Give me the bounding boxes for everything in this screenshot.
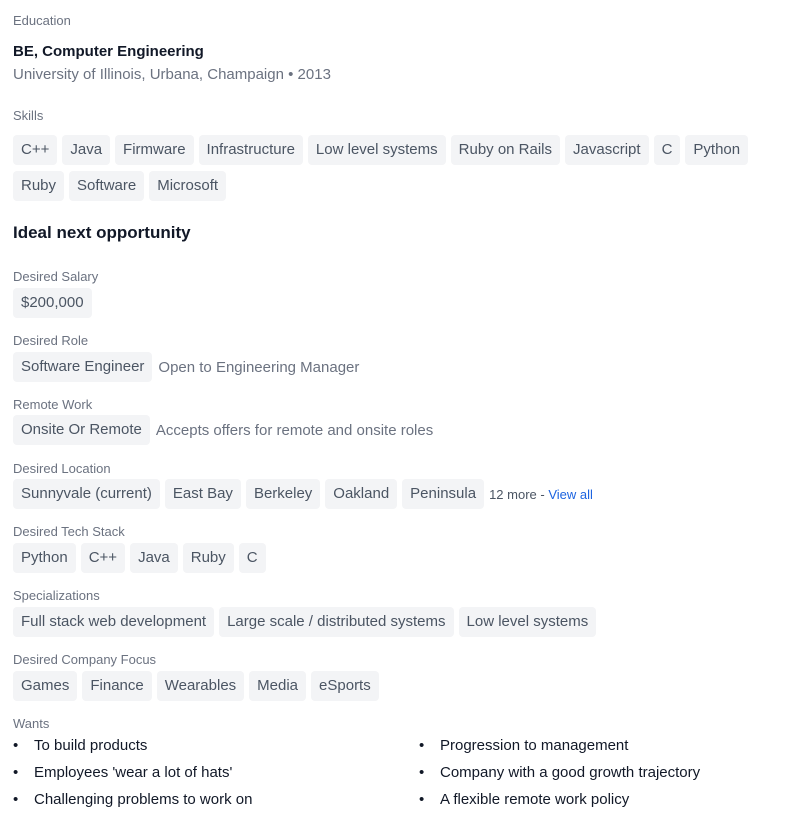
skills-chip: Python <box>685 135 749 165</box>
location-more-count: 12 more - <box>489 486 549 502</box>
tech-stack-list: Python C++ Java Ruby C <box>13 543 266 573</box>
skills-chip: Javascript <box>565 135 649 165</box>
tech-stack-chip: C++ <box>80 543 126 573</box>
desired-tech-stack-label: Desired Tech Stack <box>13 524 125 539</box>
wants-item: • Progression to management <box>419 737 799 755</box>
skills-chip: Software <box>69 171 145 201</box>
wants-item-text: Company with a good growth trajectory <box>440 764 701 781</box>
company-focus-label: Desired Company Focus <box>13 652 157 667</box>
skills-chip: Microsoft <box>149 171 227 201</box>
company-focus-chip: Media <box>249 671 307 701</box>
specializations-label: Specializations <box>13 588 100 603</box>
skills-chip: Firmware <box>115 135 194 165</box>
skills-chip: Java <box>62 135 111 165</box>
bullet-icon: • <box>419 764 425 781</box>
wants-item: • Challenging problems to work on <box>13 791 419 809</box>
desired-location-label: Desired Location <box>13 461 111 476</box>
view-all-locations-link[interactable]: View all <box>548 487 593 502</box>
tech-stack-chip: Java <box>130 543 178 573</box>
wants-item-text: Challenging problems to work on <box>34 791 253 808</box>
remote-work-row: Onsite Or Remote Accepts offers for remo… <box>13 415 433 445</box>
location-chip: Sunnyvale (current) <box>13 479 160 509</box>
wants-label: Wants <box>13 716 50 731</box>
company-focus-chip: Games <box>13 671 78 701</box>
education-school: University of Illinois, Urbana, Champaig… <box>13 66 331 83</box>
wants-item-text: To build products <box>34 737 148 754</box>
role-chip: Software Engineer <box>13 352 153 382</box>
ideal-opportunity-heading: Ideal next opportunity <box>13 223 191 242</box>
company-focus-chip: Finance <box>82 671 152 701</box>
education-label: Education <box>13 13 71 28</box>
tech-stack-chip: Python <box>13 543 76 573</box>
desired-location-row: Sunnyvale (current) East Bay Berkeley Oakla… <box>13 479 593 509</box>
skills-chip: C++ <box>13 135 58 165</box>
role-note: Open to Engineering Manager <box>158 358 360 376</box>
location-more: 12 more - View all <box>489 487 593 502</box>
remote-work-label: Remote Work <box>13 397 93 412</box>
skills-chip: Low level systems <box>307 135 446 165</box>
company-focus-list: Games Finance Wearables Media eSports <box>13 671 379 701</box>
education-degree: BE, Computer Engineering <box>13 43 204 60</box>
location-list: Sunnyvale (current) East Bay Berkeley Oakla… <box>13 479 485 509</box>
wants-item-text: Employees 'wear a lot of hats' <box>34 764 233 781</box>
wants-item-text: A flexible remote work policy <box>440 791 630 808</box>
desired-role-label: Desired Role <box>13 333 89 348</box>
skills-chip: Ruby on Rails <box>450 135 561 165</box>
wants-item-text: Progression to management <box>440 737 629 754</box>
tech-stack-chip: C <box>238 543 266 573</box>
skills-chip: Ruby <box>13 171 65 201</box>
salary-chip: $200,000 <box>13 288 92 318</box>
skills-list: C++ Java Firmware Infrastructure Low level s… <box>13 135 793 201</box>
specializations-list: Full stack web development Large scale / … <box>13 607 597 637</box>
wants-item: • A flexible remote work policy <box>419 791 799 809</box>
company-focus-chip: eSports <box>311 671 379 701</box>
bullet-icon: • <box>13 737 19 754</box>
bullet-icon: • <box>419 791 425 808</box>
specializations-chip: Low level systems <box>458 607 597 637</box>
wants-item: • To build products <box>13 737 419 755</box>
bullet-icon: • <box>13 764 19 781</box>
desired-salary-label: Desired Salary <box>13 269 99 284</box>
desired-role-row: Software Engineer Open to Engineering Ma… <box>13 352 359 382</box>
bullet-icon: • <box>419 737 425 754</box>
remote-chip: Onsite Or Remote <box>13 415 150 445</box>
remote-note: Accepts offers for remote and onsite rol… <box>155 421 434 439</box>
bullet-icon: • <box>13 791 19 808</box>
tech-stack-chip: Ruby <box>182 543 234 573</box>
wants-item: • Employees 'wear a lot of hats' <box>13 764 419 782</box>
desired-salary-row: $200,000 <box>13 288 92 318</box>
specializations-chip: Full stack web development <box>13 607 215 637</box>
specializations-chip: Large scale / distributed systems <box>219 607 454 637</box>
skills-chip: C <box>653 135 681 165</box>
location-chip: East Bay <box>164 479 241 509</box>
skills-chip: Infrastructure <box>198 135 303 165</box>
skills-label: Skills <box>13 108 44 123</box>
location-chip: Peninsula <box>402 479 485 509</box>
wants-item: • Company with a good growth trajectory <box>419 764 799 782</box>
wants-list: • To build products • Progression to manage… <box>13 737 799 809</box>
location-chip: Berkeley <box>245 479 321 509</box>
company-focus-chip: Wearables <box>156 671 245 701</box>
location-chip: Oakland <box>325 479 398 509</box>
